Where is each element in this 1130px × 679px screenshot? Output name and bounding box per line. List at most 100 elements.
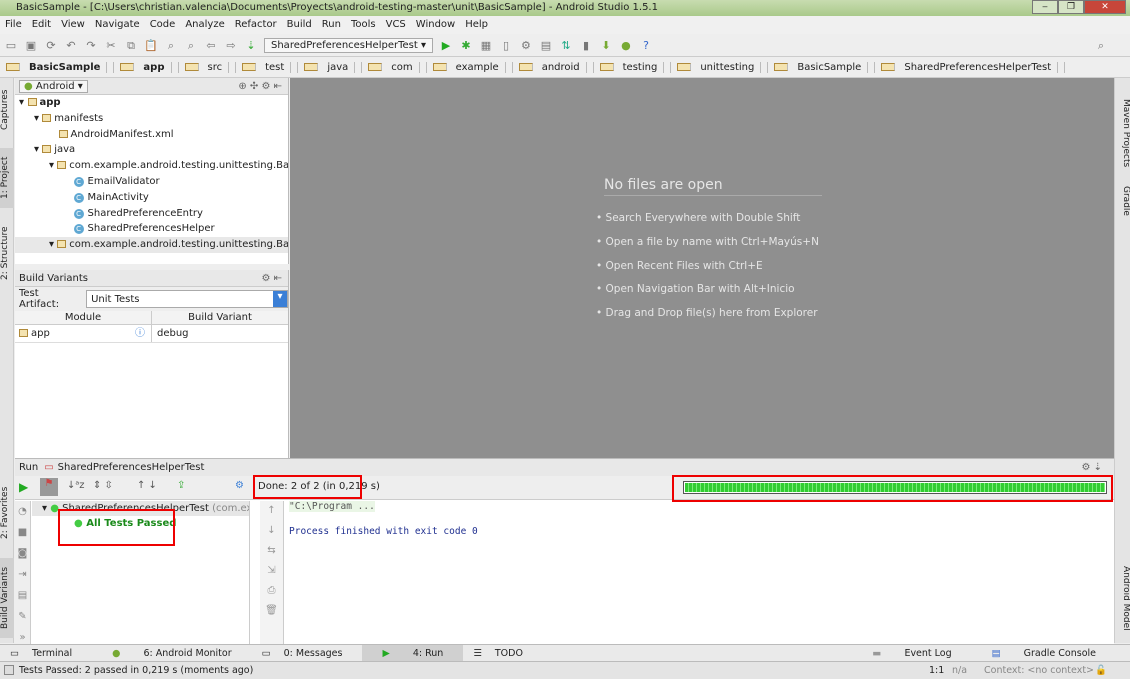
sort-icon[interactable]: ↓ᵃz [67,480,85,491]
minimize-button[interactable]: ‒ [1032,0,1058,14]
tab-build-variants[interactable]: Build Variants [0,558,14,638]
menu-file[interactable]: File [0,16,27,34]
run-icon[interactable]: ▶ [439,39,453,53]
breadcrumb-item[interactable]: src [179,62,237,73]
make-icon[interactable]: ⇣ [244,39,258,53]
tree-item[interactable]: ▾ com.example.android.testing.unittestin… [15,237,288,253]
test-artifact-select[interactable]: Unit Tests ▾ [86,290,288,308]
project-view-select[interactable]: ● Android ▾ [19,79,88,93]
rerun-icon[interactable]: ▶ [19,480,28,494]
export-icon[interactable]: ⇪ [177,480,185,491]
breadcrumb-item[interactable]: test [236,62,299,73]
breadcrumb-item[interactable]: com [362,62,427,73]
breadcrumb-item[interactable]: testing [594,62,672,73]
expand-all-icon[interactable]: ⇕ ⇳ [93,480,113,491]
menu-view[interactable]: View [56,16,90,34]
tab-structure[interactable]: 2: Structure [0,218,14,288]
paste-icon[interactable]: 📋 [144,39,158,53]
caret-position[interactable]: 1:1 [929,662,944,679]
tab-run[interactable]: ▶ 4: Run [362,644,464,662]
sdk-manager-icon[interactable]: ⬇ [599,39,613,53]
tab-gradle-console[interactable]: ▤ Gradle Console [972,648,1116,659]
status-message[interactable]: Tests Passed: 2 passed in 0,219 s (momen… [19,662,253,679]
tab-gradle[interactable]: Gradle [1117,178,1130,223]
tree-item[interactable]: AndroidManifest.xml [15,127,288,143]
breadcrumb-item[interactable]: android [513,62,594,73]
tool-windows-icon[interactable] [4,665,14,675]
search-icon[interactable]: ⌕ [1094,39,1108,53]
attach-icon[interactable]: ▯ [499,39,513,53]
tab-event-log[interactable]: ▬ Event Log [852,648,971,659]
tree-item[interactable]: ▾ manifests [15,111,288,127]
menu-help[interactable]: Help [460,16,493,34]
menu-code[interactable]: Code [145,16,181,34]
breadcrumb-item[interactable]: java [298,62,363,73]
tree-item[interactable]: C SharedPreferencesHelper [15,221,288,237]
cut-icon[interactable]: ✂ [104,39,118,53]
breadcrumb-item[interactable]: BasicSample [0,62,115,73]
android-monitor-icon[interactable]: ● [619,39,633,53]
menu-edit[interactable]: Edit [27,16,56,34]
tab-project[interactable]: 1: Project [0,148,14,208]
menu-window[interactable]: Window [411,16,460,34]
panel-settings-icon[interactable]: ⚙ ⇣ [1081,462,1102,473]
find-icon[interactable]: ⌕ [164,39,178,53]
menu-build[interactable]: Build [282,16,317,34]
open-icon[interactable]: ▭ [4,39,18,53]
forward-icon[interactable]: ⇨ [224,39,238,53]
breadcrumb-item[interactable]: BasicSample [768,62,876,73]
help-icon[interactable]: ? [639,39,653,53]
hide-passed-icon[interactable]: ⚑ [40,478,58,496]
menu-tools[interactable]: Tools [346,16,381,34]
tab-terminal[interactable]: ▭ Terminal [0,648,92,659]
tree-item[interactable]: C MainActivity [15,190,288,206]
breadcrumb-item[interactable]: unittesting [671,62,769,73]
back-icon[interactable]: ⇦ [204,39,218,53]
tab-maven-projects[interactable]: Maven Projects [1117,98,1130,168]
panel-settings-icon[interactable]: ⚙ ⇤ [261,273,282,284]
gradle-sync-icon[interactable]: ⇅ [559,39,573,53]
run-config-select[interactable]: SharedPreferencesHelperTest ▾ [264,38,433,53]
table-row[interactable]: app ⓘ debug [15,325,288,343]
menu-analyze[interactable]: Analyze [180,16,229,34]
build-variant-cell[interactable]: debug [152,325,189,342]
breadcrumb-item[interactable]: example [427,62,513,73]
prev-next-icon[interactable]: ↑ ↓ [137,480,157,491]
settings-icon[interactable]: ⚙ [235,480,244,491]
menu-vcs[interactable]: VCS [381,16,411,34]
copy-icon[interactable]: ⧉ [124,39,138,53]
tree-item[interactable]: C SharedPreferenceEntry [15,206,288,222]
tab-android-model[interactable]: Android Model [1117,558,1130,638]
tree-item[interactable]: ▾ java [15,142,288,158]
menu-refactor[interactable]: Refactor [230,16,282,34]
sync-icon[interactable]: ⟳ [44,39,58,53]
lock-icon[interactable]: 🔓 [1095,662,1107,679]
tab-todo[interactable]: ☰ TODO [463,648,543,659]
encoding[interactable]: n/a [952,662,967,679]
coverage-icon[interactable]: ▦ [479,39,493,53]
replace-icon[interactable]: ⌕ [184,39,198,53]
tree-item[interactable]: ▾ app [15,95,288,111]
tab-messages[interactable]: ▭ 0: Messages [252,648,363,659]
tree-item[interactable]: C EmailValidator [15,174,288,190]
avd-icon[interactable]: ▮ [579,39,593,53]
context[interactable]: Context: <no context> [984,662,1094,679]
tab-favorites[interactable]: 2: Favorites [0,478,14,548]
redo-icon[interactable]: ↷ [84,39,98,53]
project-structure-icon[interactable]: ⚙ [519,39,533,53]
undo-icon[interactable]: ↶ [64,39,78,53]
run-config-tab[interactable]: SharedPreferencesHelperTest [58,462,205,473]
panel-settings-icon[interactable]: ⊕ ✣ ⚙ ⇤ [238,81,282,92]
debug-icon[interactable]: ✱ [459,39,473,53]
breadcrumb-item[interactable]: SharedPreferencesHelperTest [875,62,1066,73]
breadcrumb-item[interactable]: app [114,62,179,73]
menu-run[interactable]: Run [317,16,346,34]
tab-captures[interactable]: Captures [0,80,14,140]
sdk-icon[interactable]: ▤ [539,39,553,53]
tab-android-monitor[interactable]: ● 6: Android Monitor [92,648,251,659]
tree-item[interactable]: ▾ com.example.android.testing.unittestin… [15,158,288,174]
close-button[interactable]: ✕ [1084,0,1126,14]
save-icon[interactable]: ▣ [24,39,38,53]
maximize-button[interactable]: ❐ [1058,0,1084,14]
menu-navigate[interactable]: Navigate [90,16,145,34]
